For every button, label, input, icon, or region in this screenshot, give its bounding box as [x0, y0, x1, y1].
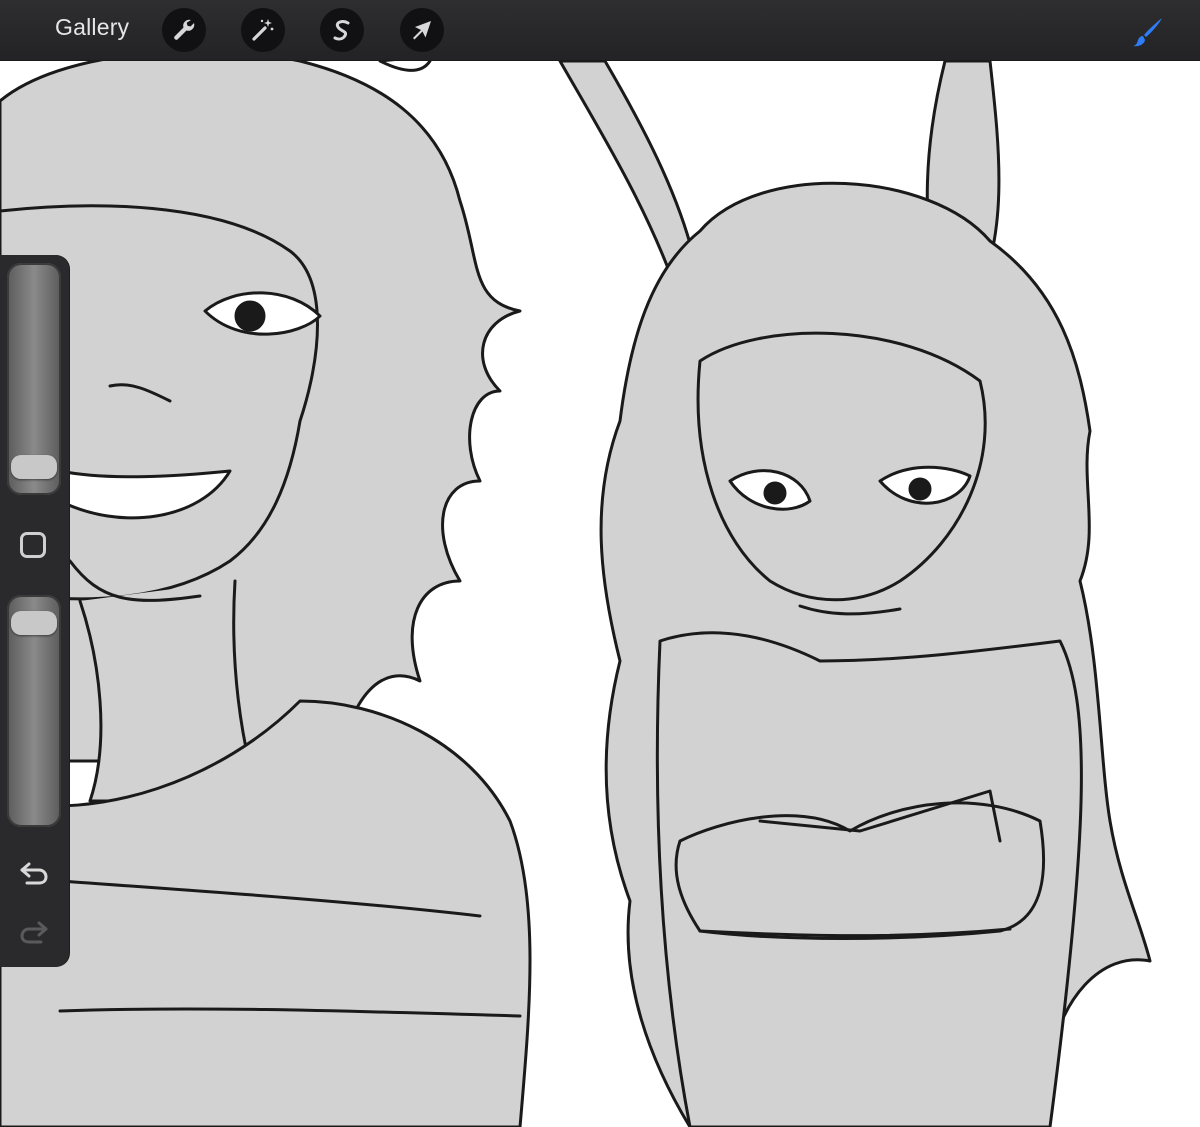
wrench-icon [174, 19, 195, 40]
brush-icon [1133, 18, 1162, 47]
square-modify-icon[interactable] [20, 532, 46, 558]
transform-button[interactable] [400, 8, 444, 52]
artwork [0, 61, 1152, 1127]
arrow-cursor-icon [413, 21, 431, 40]
top-toolbar: Gallery [0, 0, 1200, 61]
opacity-slider[interactable] [7, 595, 61, 827]
undo-button[interactable] [16, 858, 52, 888]
brush-button[interactable] [1128, 12, 1168, 52]
brush-size-slider[interactable] [7, 263, 61, 495]
gallery-button[interactable]: Gallery [55, 14, 129, 41]
drawing-canvas[interactable] [0, 61, 1200, 1127]
selection-s-icon [333, 20, 350, 41]
left-ear [378, 61, 432, 72]
opacity-knob[interactable] [11, 610, 57, 635]
redo-button[interactable] [16, 917, 52, 947]
procreate-app: Gallery [0, 0, 1200, 1127]
undo-arrow-icon [20, 862, 48, 885]
left-sidebar [0, 255, 69, 967]
redo-arrow-icon [20, 921, 48, 944]
actions-button[interactable] [162, 8, 206, 52]
brush-size-knob[interactable] [11, 455, 57, 480]
adjustments-button[interactable] [241, 8, 285, 52]
magic-wand-icon [252, 19, 274, 41]
selection-button[interactable] [320, 8, 364, 52]
